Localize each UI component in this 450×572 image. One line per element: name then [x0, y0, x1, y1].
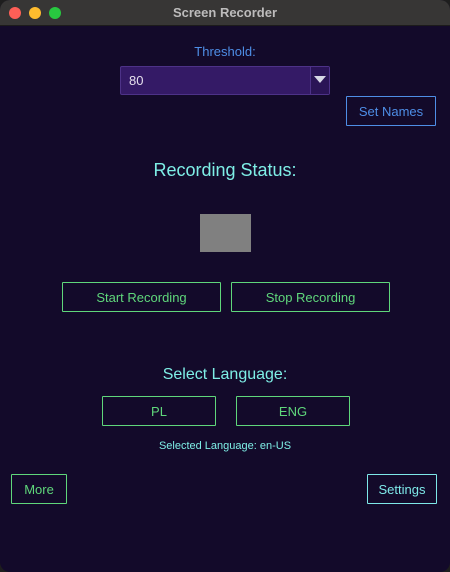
- more-button[interactable]: More: [11, 474, 67, 504]
- threshold-label: Threshold:: [194, 44, 256, 59]
- threshold-select[interactable]: 80: [120, 66, 330, 95]
- window-title: Screen Recorder: [172, 5, 278, 20]
- language-eng-button[interactable]: ENG: [236, 396, 350, 426]
- recording-status-heading: Recording Status:: [153, 160, 297, 180]
- language-pl-button[interactable]: PL: [102, 396, 216, 426]
- start-recording-button[interactable]: Start Recording: [62, 282, 221, 312]
- settings-button[interactable]: Settings: [367, 474, 437, 504]
- recording-status-indicator: [200, 214, 251, 252]
- select-language-heading: Select Language:: [162, 366, 288, 383]
- selected-language-text: Selected Language: en-US: [158, 440, 292, 452]
- dropdown-arrow-icon[interactable]: [310, 67, 329, 94]
- set-names-button[interactable]: Set Names: [346, 96, 436, 126]
- title-bar: Screen Recorder: [0, 0, 450, 26]
- stop-recording-button[interactable]: Stop Recording: [231, 282, 390, 312]
- threshold-select-value: 80: [129, 73, 144, 88]
- app-window: Screen Recorder Threshold: 80 Set Names …: [0, 0, 450, 572]
